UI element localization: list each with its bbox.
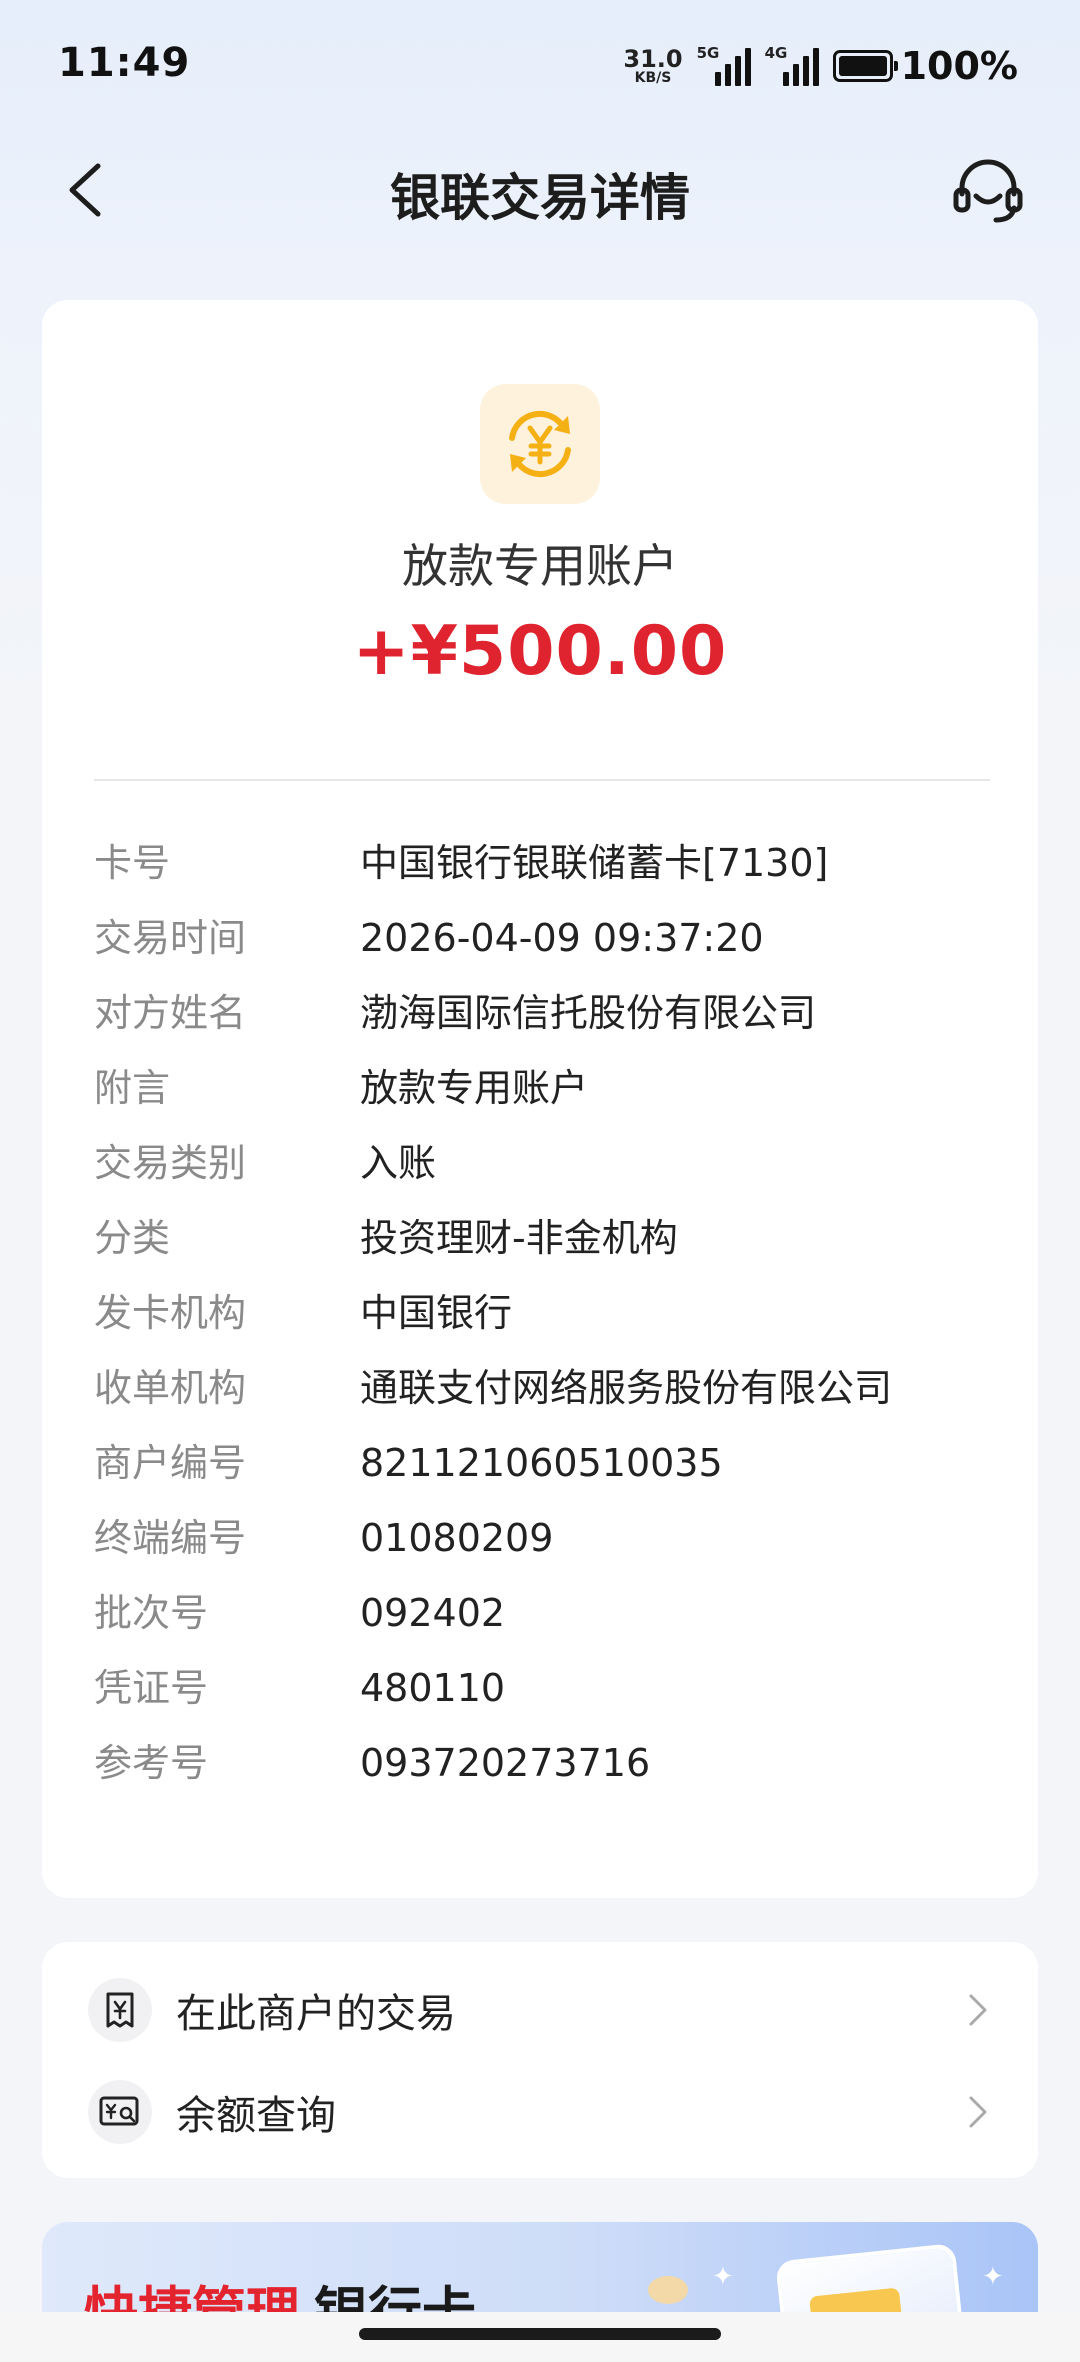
detail-label: 发卡机构 bbox=[94, 1291, 247, 1335]
detail-value: 投资理财-非金机构 bbox=[360, 1216, 678, 1260]
detail-value: 01080209 bbox=[360, 1516, 554, 1560]
detail-row-card-number: 卡号 中国银行银联储蓄卡[7130] bbox=[94, 838, 994, 913]
network-speed-value: 31.0 bbox=[623, 45, 683, 73]
detail-value: 中国银行 bbox=[360, 1291, 513, 1335]
status-time: 11:49 bbox=[58, 40, 191, 86]
signal-5g-tag: 5G bbox=[696, 44, 720, 62]
detail-label: 附言 bbox=[94, 1066, 171, 1110]
battery-percent: 100% bbox=[900, 44, 1018, 88]
detail-label: 分类 bbox=[94, 1216, 171, 1260]
detail-label: 参考号 bbox=[94, 1741, 209, 1785]
divider bbox=[94, 779, 990, 781]
balance-inquiry-link[interactable]: 余额查询 bbox=[42, 2062, 1038, 2162]
detail-label: 对方姓名 bbox=[94, 991, 247, 1035]
yuan-exchange-icon bbox=[509, 410, 571, 478]
detail-row-acquirer: 收单机构 通联支付网络服务股份有限公司 bbox=[94, 1363, 994, 1438]
detail-label: 交易类别 bbox=[94, 1141, 247, 1185]
receipt-yuan-icon bbox=[88, 1978, 152, 2042]
detail-label: 终端编号 bbox=[94, 1516, 247, 1560]
nav-header: 银联交易详情 bbox=[0, 130, 1080, 250]
chevron-right-icon bbox=[969, 2096, 987, 2128]
transaction-type-badge bbox=[480, 384, 600, 504]
coin-illustration bbox=[648, 2276, 688, 2304]
home-indicator[interactable] bbox=[359, 2328, 721, 2340]
signal-4g-icon: 4G bbox=[764, 44, 819, 86]
chevron-right-icon bbox=[969, 1994, 987, 2026]
detail-value: 渤海国际信托股份有限公司 bbox=[360, 991, 817, 1035]
detail-value: 093720273716 bbox=[360, 1741, 651, 1785]
detail-row-type: 交易类别 入账 bbox=[94, 1138, 994, 1213]
detail-label: 凭证号 bbox=[94, 1666, 209, 1710]
detail-value: 中国银行银联储蓄卡[7130] bbox=[360, 841, 829, 885]
detail-value: 821121060510035 bbox=[360, 1441, 723, 1485]
signal-4g-tag: 4G bbox=[764, 44, 788, 62]
headset-icon bbox=[953, 159, 1023, 223]
detail-value: 092402 bbox=[360, 1591, 506, 1635]
actions-card: 在此商户的交易 余额查询 bbox=[42, 1942, 1038, 2178]
detail-label: 商户编号 bbox=[94, 1441, 247, 1485]
detail-row-issuer: 发卡机构 中国银行 bbox=[94, 1288, 994, 1363]
detail-row-terminal-id: 终端编号 01080209 bbox=[94, 1513, 994, 1588]
transaction-card: 放款专用账户 +¥500.00 卡号 中国银行银联储蓄卡[7130] 交易时间 … bbox=[42, 300, 1038, 1898]
status-icons: 31.0 KB/S 5G 4G 100% bbox=[623, 44, 1018, 88]
detail-row-merchant-id: 商户编号 821121060510035 bbox=[94, 1438, 994, 1513]
sparkle-icon: ✦ bbox=[982, 2262, 1004, 2292]
signal-5g-icon: 5G bbox=[696, 44, 751, 86]
detail-row-category: 分类 投资理财-非金机构 bbox=[94, 1213, 994, 1288]
detail-value: 入账 bbox=[360, 1141, 437, 1185]
detail-row-reference: 参考号 093720273716 bbox=[94, 1738, 994, 1813]
sparkle-icon: ✦ bbox=[712, 2262, 734, 2292]
action-label: 余额查询 bbox=[176, 2093, 336, 2139]
detail-row-batch: 批次号 092402 bbox=[94, 1588, 994, 1663]
account-name: 放款专用账户 bbox=[402, 539, 678, 593]
transaction-amount: +¥500.00 bbox=[352, 612, 728, 691]
balance-search-icon bbox=[88, 2080, 152, 2144]
detail-label: 收单机构 bbox=[94, 1366, 247, 1410]
detail-value: 2026-04-09 09:37:20 bbox=[360, 916, 764, 960]
page-title: 银联交易详情 bbox=[390, 169, 690, 227]
detail-row-voucher: 凭证号 480110 bbox=[94, 1663, 994, 1738]
detail-row-remark: 附言 放款专用账户 bbox=[94, 1063, 994, 1138]
detail-value: 通联支付网络服务股份有限公司 bbox=[360, 1366, 893, 1410]
detail-label: 批次号 bbox=[94, 1591, 209, 1635]
detail-row-counterparty: 对方姓名 渤海国际信托股份有限公司 bbox=[94, 988, 994, 1063]
battery-icon: 100% bbox=[832, 44, 1018, 88]
detail-row-time: 交易时间 2026-04-09 09:37:20 bbox=[94, 913, 994, 988]
detail-value: 放款专用账户 bbox=[360, 1066, 589, 1110]
transaction-details: 卡号 中国银行银联储蓄卡[7130] 交易时间 2026-04-09 09:37… bbox=[94, 838, 994, 1813]
merchant-transactions-link[interactable]: 在此商户的交易 bbox=[42, 1960, 1038, 2060]
customer-service-button[interactable] bbox=[948, 150, 1028, 230]
network-speed-unit: KB/S bbox=[634, 70, 672, 86]
action-label: 在此商户的交易 bbox=[176, 1991, 456, 2037]
detail-label: 卡号 bbox=[94, 841, 171, 885]
network-speed: 31.0 KB/S bbox=[623, 47, 682, 85]
detail-label: 交易时间 bbox=[94, 916, 247, 960]
status-bar: 11:49 31.0 KB/S 5G 4G 100% bbox=[0, 0, 1080, 130]
detail-value: 480110 bbox=[360, 1666, 506, 1710]
